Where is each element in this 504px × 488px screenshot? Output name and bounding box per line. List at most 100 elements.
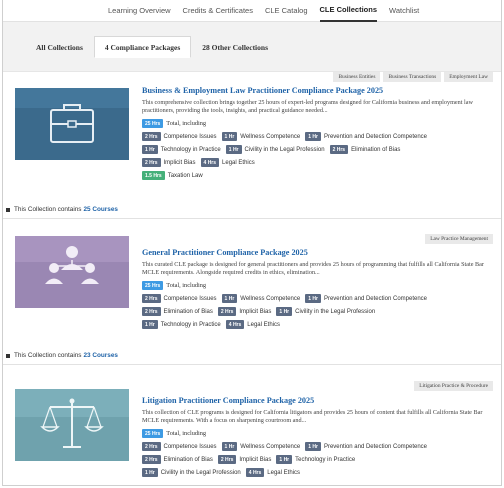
collection-tabs: All Collections 4 Compliance Packages 28… (3, 22, 501, 72)
total-label: Total, including (166, 282, 207, 289)
collection-title[interactable]: Litigation Practitioner Compliance Packa… (142, 396, 493, 406)
hours-badge: 25 Hrs (142, 429, 164, 438)
hours-badge: 2 Hrs (217, 455, 237, 464)
nav-cle-catalog[interactable]: CLE Catalog (265, 0, 308, 22)
topic-tag[interactable]: Employment Law (444, 72, 493, 82)
requirement-label: Competence Issues (163, 295, 217, 302)
requirement-label: Implicit Bias (239, 308, 272, 315)
tab-all-collections[interactable]: All Collections (25, 36, 94, 58)
requirements-row: 1 Hr Civility in the Legal Profession 4 … (142, 468, 493, 477)
collection-title[interactable]: Business & Employment Law Practitioner C… (142, 86, 493, 96)
requirement-label: Civility in the Legal Profession (244, 146, 325, 153)
collection-card-business: Business Entities Business Transactions … (15, 72, 493, 220)
hours-badge: 1 Hr (221, 442, 238, 451)
topic-tags: Litigation Practice & Procedure (414, 381, 493, 391)
collection-image[interactable] (15, 236, 129, 308)
requirements-row: 1 Hr Technology in Practice 4 Hrs Legal … (142, 320, 493, 329)
collection-description: This curated CLE package is designed for… (142, 261, 484, 276)
bullet-icon (6, 207, 10, 212)
collection-description: This comprehensive collection brings tog… (142, 99, 473, 114)
hours-badge: 1 Hr (221, 132, 238, 141)
bullet-icon (6, 353, 10, 358)
courses-link[interactable]: 25 Courses (84, 206, 118, 213)
topic-tag[interactable]: Business Transactions (383, 72, 442, 82)
requirements-row: 2 Hrs Competence Issues 1 Hr Wellness Co… (142, 132, 493, 141)
requirement-label: Technology in Practice (295, 456, 356, 463)
top-navigation: Learning Overview Credits & Certificates… (3, 0, 501, 22)
total-hours-row: 25 Hrs Total, including (142, 281, 493, 290)
requirement-label: Competence Issues (163, 443, 217, 450)
scales-icon (15, 389, 129, 461)
people-icon (15, 236, 129, 308)
topic-tags: Law Practice Management (425, 234, 493, 244)
hours-badge: 25 Hrs (142, 281, 164, 290)
hours-badge: 2 Hrs (329, 145, 349, 154)
requirement-label: Wellness Competence (240, 295, 301, 302)
hours-badge: 2 Hrs (142, 455, 161, 464)
hours-badge: 1 Hr (142, 145, 158, 154)
requirement-label: Implicit Bias (163, 159, 196, 166)
topic-tag[interactable]: Business Entities (333, 72, 381, 82)
requirements-row: 1 Hr Technology in Practice 1 Hr Civilit… (142, 145, 493, 154)
total-label: Total, including (166, 430, 207, 437)
hours-badge: 4 Hrs (245, 468, 265, 477)
hours-badge: 2 Hrs (217, 307, 237, 316)
tab-other-collections[interactable]: 28 Other Collections (191, 36, 279, 58)
nav-credits-certificates[interactable]: Credits & Certificates (183, 0, 253, 22)
requirement-label: Civility in the Legal Profession (160, 469, 241, 476)
topic-tag[interactable]: Litigation Practice & Procedure (414, 381, 493, 391)
requirement-label: Elimination of Bias (163, 456, 213, 463)
requirement-label: Taxation Law (167, 172, 203, 179)
hours-badge: 1 Hr (142, 468, 158, 477)
requirement-label: Legal Ethics (222, 159, 255, 166)
requirement-label: Prevention and Detection Competence (323, 443, 428, 450)
requirement-label: Technology in Practice (160, 321, 221, 328)
collection-body: Litigation Practitioner Compliance Packa… (142, 396, 493, 477)
requirement-label: Legal Ethics (267, 469, 300, 476)
requirements-row: 1.5 Hrs Taxation Law (142, 171, 493, 180)
collection-body: Business & Employment Law Practitioner C… (142, 86, 493, 180)
requirements-row: 2 Hrs Elimination of Bias 2 Hrs Implicit… (142, 307, 493, 316)
collection-course-count: This Collection contains 23 Courses (3, 347, 501, 365)
collection-description: This collection of CLE programs is desig… (142, 409, 483, 424)
hours-badge: 2 Hrs (142, 294, 161, 303)
requirements-row: 2 Hrs Competence Issues 1 Hr Wellness Co… (142, 294, 493, 303)
hours-badge: 1 Hr (305, 132, 321, 141)
hours-badge: 1 Hr (276, 307, 293, 316)
tab-compliance-packages[interactable]: 4 Compliance Packages (93, 36, 192, 58)
requirements-row: 2 Hrs Competence Issues 1 Hr Wellness Co… (142, 442, 493, 451)
topic-tags: Business Entities Business Transactions … (333, 72, 493, 82)
hours-badge: 4 Hrs (200, 158, 220, 167)
nav-cle-collections[interactable]: CLE Collections (319, 0, 378, 22)
hours-badge: 25 Hrs (142, 119, 164, 128)
total-hours-row: 25 Hrs Total, including (142, 429, 493, 438)
requirement-label: Prevention and Detection Competence (323, 295, 428, 302)
hours-badge: 4 Hrs (225, 320, 245, 329)
nav-learning-overview[interactable]: Learning Overview (108, 0, 171, 22)
requirements-row: 2 Hrs Implicit Bias 4 Hrs Legal Ethics (142, 158, 493, 167)
hours-badge: 1.5 Hrs (142, 171, 165, 180)
collection-image[interactable] (15, 389, 129, 461)
requirement-label: Elimination of Bias (351, 146, 401, 153)
collection-title[interactable]: General Practitioner Compliance Package … (142, 248, 493, 258)
hours-badge: 2 Hrs (142, 307, 161, 316)
hours-badge: 1 Hr (142, 320, 158, 329)
hours-badge: 2 Hrs (142, 132, 161, 141)
topic-tag[interactable]: Law Practice Management (425, 234, 493, 244)
hours-badge: 1 Hr (225, 145, 242, 154)
hours-badge: 2 Hrs (142, 158, 161, 167)
hours-badge: 1 Hr (305, 294, 321, 303)
requirement-label: Competence Issues (163, 133, 217, 140)
collection-card-general: Law Practice Management General Practiti… (15, 232, 493, 342)
hours-badge: 1 Hr (305, 442, 321, 451)
collection-course-count: This Collection contains 25 Courses (3, 201, 501, 219)
requirement-label: Civility in the Legal Profession (295, 308, 376, 315)
total-hours-row: 25 Hrs Total, including (142, 119, 493, 128)
cle-collections-page: Learning Overview Credits & Certificates… (2, 0, 502, 486)
contains-text: This Collection contains (14, 206, 82, 213)
nav-watchlist[interactable]: Watchlist (389, 0, 419, 22)
courses-link[interactable]: 23 Courses (84, 352, 118, 359)
requirement-label: Legal Ethics (247, 321, 280, 328)
hours-badge: 2 Hrs (142, 442, 161, 451)
collection-image[interactable] (15, 88, 129, 160)
